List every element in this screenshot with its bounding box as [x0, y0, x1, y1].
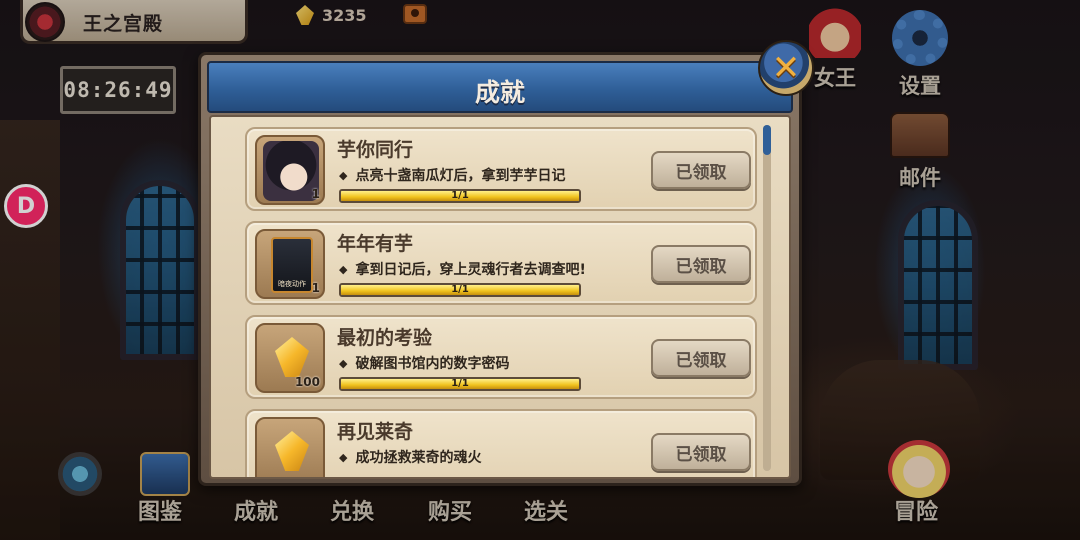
claimed-button[interactable]: 已领取 — [651, 339, 751, 377]
progress-bar: 1/1 — [339, 377, 581, 391]
progress-bar: 1/1 — [339, 283, 581, 297]
achievement-title: 再见莱奇 — [337, 421, 414, 443]
dialog-header: 成就 — [207, 61, 793, 113]
progress-text: 1/1 — [451, 284, 469, 295]
achievement-icon-frame — [255, 417, 325, 477]
progress-bar: 1/1 — [339, 189, 581, 203]
achievement-title: 最初的考验 — [337, 327, 433, 349]
gold-gem-icon — [275, 431, 309, 471]
costume-card-icon: 暗夜动作 — [271, 237, 313, 293]
achievement-icon-frame: 1 — [255, 135, 325, 205]
close-icon[interactable]: ✕ — [758, 40, 814, 96]
description-text: 点亮十盏南瓜灯后，拿到芋芋日记 — [355, 168, 566, 184]
achievement-icon-frame: 暗夜动作 1 — [255, 229, 325, 299]
achievement-icon-frame: 100 — [255, 323, 325, 393]
description-text: 成功拯救莱奇的魂火 — [355, 450, 482, 466]
claimed-button[interactable]: 已领取 — [651, 433, 751, 471]
card-label: 暗夜动作 — [278, 280, 306, 288]
achievement-title: 芋你同行 — [337, 139, 414, 161]
achievement-card: 暗夜动作 1 年年有芋 ◆ 拿到日记后，穿上灵魂行者去调查吧! 1/1 已领取 — [245, 221, 757, 305]
description-text: 拿到日记后，穿上灵魂行者去调查吧! — [355, 262, 586, 278]
achievement-title: 年年有芋 — [337, 233, 414, 255]
achievement-description: ◆ 破解图书馆内的数字密码 — [339, 353, 509, 373]
reward-count: 1 — [311, 187, 320, 201]
achievement-description: ◆ 拿到日记后，穿上灵魂行者去调查吧! — [339, 259, 586, 279]
progress-text: 1/1 — [451, 190, 469, 201]
achievements-dialog: 成就 1 芋你同行 ◆ 点亮十盏南瓜灯后，拿到芋芋日记 1/1 已领取 暗夜动作 — [198, 52, 802, 486]
bullet-icon: ◆ — [339, 263, 348, 276]
achievement-description: ◆ 点亮十盏南瓜灯后，拿到芋芋日记 — [339, 165, 565, 185]
reward-count: 1 — [311, 281, 320, 295]
bullet-icon: ◆ — [339, 357, 348, 370]
achievement-list[interactable]: 1 芋你同行 ◆ 点亮十盏南瓜灯后，拿到芋芋日记 1/1 已领取 暗夜动作 1 年… — [209, 115, 791, 479]
girl-portrait-icon — [263, 141, 319, 201]
achievement-card: 再见莱奇 ◆ 成功拯救莱奇的魂火 已领取 — [245, 409, 757, 477]
list-scrollbar[interactable] — [763, 125, 771, 471]
bullet-icon: ◆ — [339, 451, 348, 464]
description-text: 破解图书馆内的数字密码 — [355, 356, 510, 372]
claimed-button[interactable]: 已领取 — [651, 245, 751, 283]
progress-text: 1/1 — [451, 378, 469, 389]
achievement-card: 1 芋你同行 ◆ 点亮十盏南瓜灯后，拿到芋芋日记 1/1 已领取 — [245, 127, 757, 211]
achievement-card: 100 最初的考验 ◆ 破解图书馆内的数字密码 1/1 已领取 — [245, 315, 757, 399]
achievement-description: ◆ 成功拯救莱奇的魂火 — [339, 447, 481, 467]
scroll-thumb[interactable] — [763, 125, 771, 155]
dialog-title: 成就 — [474, 78, 525, 107]
reward-count: 100 — [294, 375, 320, 389]
claimed-button[interactable]: 已领取 — [651, 151, 751, 189]
gold-gem-icon — [275, 337, 309, 377]
bullet-icon: ◆ — [339, 169, 348, 182]
